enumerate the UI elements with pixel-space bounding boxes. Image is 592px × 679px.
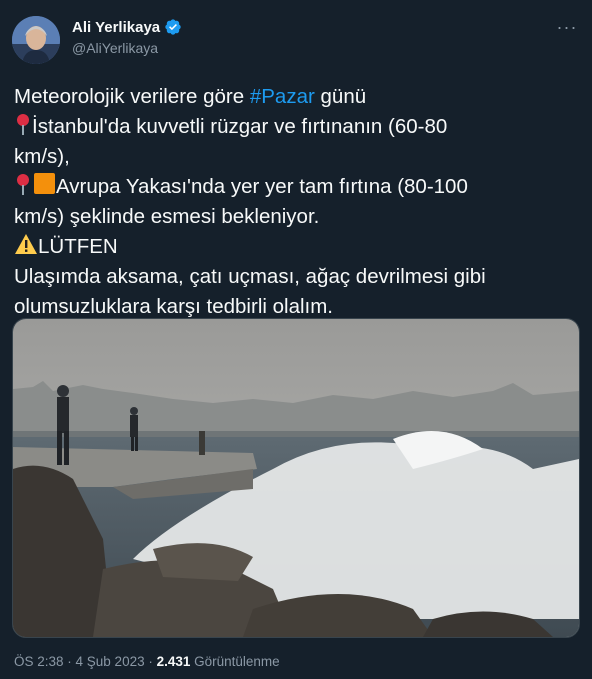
- tweet-photo[interactable]: [12, 318, 580, 638]
- warning-icon: [15, 234, 37, 254]
- hashtag-link[interactable]: #Pazar: [250, 85, 315, 108]
- round-pushpin-icon: [17, 114, 29, 135]
- tweet-line-3: km/s),: [14, 145, 70, 168]
- view-label: Görüntülenme: [190, 654, 280, 669]
- author-display-name[interactable]: Ali Yerlikaya: [72, 19, 160, 36]
- tweet-line-2: İstanbul'da kuvvetli rüzgar ve fırtınanı…: [14, 112, 574, 142]
- tweet-metadata: ÖS 2:38 · 4 Şub 2023 · 2.431 Görüntülenm…: [14, 654, 280, 669]
- tweet-line-6: LÜTFEN: [14, 232, 574, 262]
- tweet-date[interactable]: 4 Şub 2023: [76, 654, 145, 669]
- tweet-line-7: Ulaşımda aksama, çatı uçması, ağaç devri…: [14, 265, 486, 288]
- tweet-text: Meteorolojik verilere göre #Pazar günü İ…: [14, 82, 574, 322]
- tweet-line-4: Avrupa Yakası'nda yer yer tam fırtına (8…: [14, 172, 574, 202]
- orange-square-icon: [34, 173, 55, 194]
- tweet-time[interactable]: ÖS 2:38: [14, 654, 64, 669]
- verified-badge-icon: [165, 19, 181, 35]
- author-handle[interactable]: @AliYerlikaya: [72, 40, 158, 56]
- more-options-icon[interactable]: ···: [556, 16, 578, 38]
- avatar[interactable]: [12, 16, 60, 64]
- tweet-line-1: Meteorolojik verilere göre #Pazar günü: [14, 85, 367, 108]
- author-name-row[interactable]: Ali Yerlikaya: [72, 18, 182, 36]
- view-count: 2.431: [156, 654, 191, 669]
- tweet-line-5: km/s) şeklinde esmesi bekleniyor.: [14, 205, 320, 228]
- round-pushpin-icon: [17, 174, 29, 195]
